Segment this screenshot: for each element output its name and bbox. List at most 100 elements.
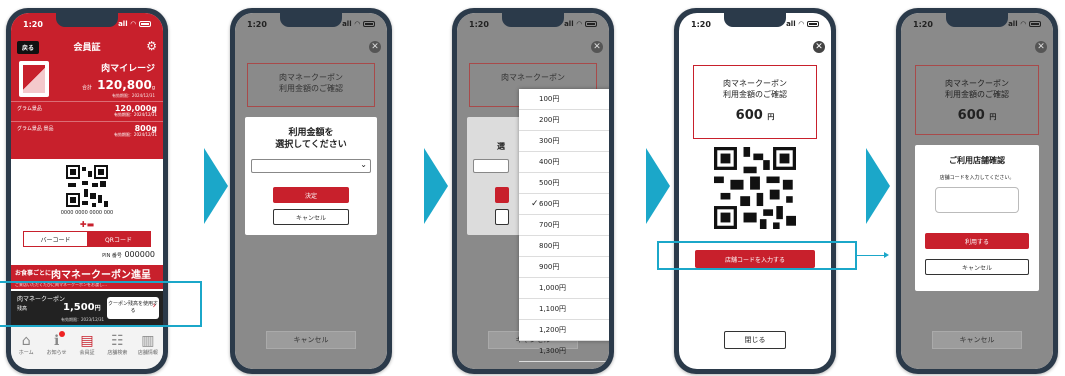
cancel-button[interactable]: キャンセル: [273, 209, 349, 225]
option-item[interactable]: 1,300円: [519, 341, 609, 362]
step-arrow: [424, 148, 448, 224]
status-icons: all ◠: [564, 20, 597, 28]
option-item[interactable]: 500円: [519, 173, 609, 194]
status-time: 1:20: [913, 19, 933, 29]
tab-barcode[interactable]: バーコード: [24, 232, 87, 246]
bottom-cancel-button[interactable]: キャンセル: [932, 331, 1022, 349]
code-tabs: バーコード QRコード: [23, 231, 151, 247]
connector-line: [857, 255, 887, 256]
battery-icon: [807, 21, 819, 27]
notch: [56, 13, 118, 27]
qr-code: [714, 147, 796, 229]
option-item[interactable]: 400円: [519, 152, 609, 173]
amount-unit: 円: [767, 113, 775, 121]
option-item[interactable]: 800円: [519, 236, 609, 257]
amount-value: 600: [957, 108, 985, 123]
amount-dropdown-screen: 1:20 all ◠ ✕ 肉マネークーポン 選 100円 200円 300円 40…: [457, 13, 609, 369]
amount-confirm-screen: 1:20 all ◠ ✕ 肉マネークーポン 利用金額のご確認 600 円 店舗コ…: [679, 13, 831, 369]
option-item[interactable]: 100円: [519, 89, 609, 110]
home-icon: ⌂: [21, 333, 31, 349]
nav-label: 会員証: [79, 350, 95, 356]
check-icon: ✓: [531, 199, 539, 209]
total-expiry: 有効期限：2024/12/31: [111, 93, 155, 98]
phone-4: 1:20 all ◠ ✕ 肉マネークーポン 利用金額のご確認 600 円 店舗コ…: [674, 8, 836, 374]
store-search-icon: ☷: [111, 333, 124, 349]
wifi-icon: ◠: [130, 20, 136, 28]
banner-lead: お食事ごとに!: [15, 270, 54, 277]
decide-button[interactable]: 決定: [273, 187, 349, 203]
status-time: 1:20: [469, 19, 489, 29]
close-icon[interactable]: ✕: [813, 41, 825, 53]
option-item[interactable]: 1,000円: [519, 278, 609, 299]
chevron-down-icon: ⌄: [360, 160, 367, 169]
close-icon[interactable]: ✕: [591, 41, 603, 53]
nav-label: お知らせ: [46, 350, 67, 356]
nav-store-search[interactable]: ☷ 店舗検索: [102, 326, 132, 369]
close-icon[interactable]: ✕: [1035, 41, 1047, 53]
back-button[interactable]: 戻る: [17, 41, 40, 54]
option-item[interactable]: 1,200円: [519, 320, 609, 341]
phone-3: 1:20 all ◠ ✕ 肉マネークーポン 選 100円 200円 300円 40…: [452, 8, 614, 374]
option-item[interactable]: 900円: [519, 257, 609, 278]
dialog-title: ご利用店舗確認: [949, 156, 1005, 165]
confirm-title: 肉マネークーポン 利用金額のご確認: [945, 79, 1009, 99]
card-number: 0000 0000 0000 000: [60, 210, 114, 216]
phone-5: 1:20 all ◠ ✕ 肉マネークーポン 利用金額のご確認 600 円 ご利用店…: [896, 8, 1058, 374]
notch: [946, 13, 1008, 27]
amount-dropdown-list: 100円 200円 300円 400円 500円 ✓ 600円 700円 800円…: [519, 89, 609, 362]
step-arrow: [866, 148, 890, 224]
option-item[interactable]: 300円: [519, 131, 609, 152]
option-label: 600円: [539, 200, 560, 208]
battery-icon: [139, 21, 151, 27]
amount-select[interactable]: ⌄: [251, 159, 371, 173]
use-button[interactable]: 利用する: [925, 233, 1029, 249]
option-item[interactable]: 200円: [519, 110, 609, 131]
store-confirm-screen: 1:20 all ◠ ✕ 肉マネークーポン 利用金額のご確認 600 円 ご利用店…: [901, 13, 1053, 369]
row-expiry: 有効期限：2024/12/31: [113, 112, 157, 117]
total-value: 120,800: [97, 78, 152, 92]
status-time: 1:20: [247, 19, 267, 29]
qr-code: [66, 165, 108, 207]
amount-unit: 円: [989, 113, 997, 121]
nav-card[interactable]: ▤ 会員証: [72, 326, 102, 369]
cancel-button[interactable]: [495, 209, 509, 225]
total-label: 合計: [82, 85, 93, 91]
card-image: [19, 61, 49, 97]
nav-label: 店舗情報: [137, 350, 158, 356]
signal-icon: all: [564, 20, 574, 28]
close-button[interactable]: 閉じる: [724, 331, 786, 349]
battery-icon: [585, 21, 597, 27]
tab-qr[interactable]: QRコード: [87, 232, 150, 246]
signal-icon: all: [786, 20, 796, 28]
option-item-selected[interactable]: ✓ 600円: [519, 194, 609, 215]
bottom-nav: ⌂ ホーム ℹ お知らせ ▤ 会員証 ☷ 店舗検索 ▥ 店舗情報: [11, 325, 163, 369]
status-time: 1:20: [23, 19, 43, 29]
close-icon[interactable]: ✕: [369, 41, 381, 53]
header: 戻る 会員証 ⚙: [11, 35, 163, 57]
cancel-button[interactable]: キャンセル: [925, 259, 1029, 275]
wifi-icon: ◠: [1020, 20, 1026, 28]
decide-button[interactable]: [495, 187, 509, 203]
bottom-cancel-button[interactable]: キャンセル: [266, 331, 356, 349]
store-code-input[interactable]: [935, 187, 1019, 213]
info-icon: ℹ: [53, 333, 60, 349]
wifi-icon: ◠: [576, 20, 582, 28]
mileage-card: 肉マイレージ 合計 120,800g 有効期限：2024/12/31 グラム景品…: [11, 57, 163, 159]
dialog-title: 利用金額を 選択してください: [275, 128, 347, 150]
option-item[interactable]: 700円: [519, 215, 609, 236]
nav-news[interactable]: ℹ お知らせ: [41, 326, 71, 369]
confirm-title: 肉マネークーポン 利用金額のご確認: [723, 79, 787, 99]
gear-icon[interactable]: ⚙: [146, 39, 157, 53]
store-icon: ▥: [141, 333, 155, 349]
nav-label: ホーム: [18, 350, 34, 356]
row-name: グラム景品 景品: [17, 126, 54, 132]
nav-home[interactable]: ⌂ ホーム: [11, 326, 41, 369]
mileage-row: グラム景品 景品 800g 有効期限：2024/12/31: [11, 121, 163, 139]
amount-select[interactable]: [473, 159, 509, 173]
signal-icon: all: [1008, 20, 1018, 28]
amount: 600 円: [916, 108, 1038, 123]
nav-store-info[interactable]: ▥ 店舗情報: [133, 326, 163, 369]
option-item[interactable]: 1,100円: [519, 299, 609, 320]
connector-arrowhead: [884, 252, 889, 258]
total-unit: g: [151, 85, 155, 91]
